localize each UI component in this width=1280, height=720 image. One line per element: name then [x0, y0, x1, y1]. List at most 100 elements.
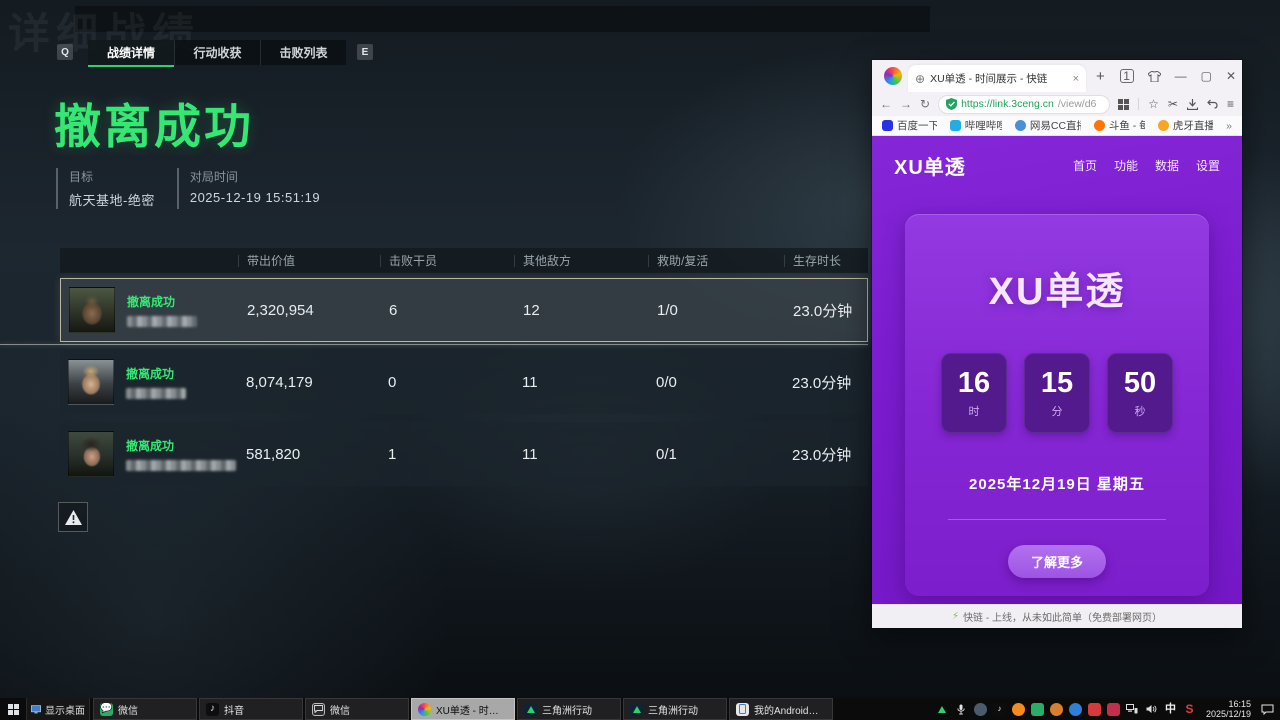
taskbar-app-android-phone[interactable]: 我的Android手机... [729, 698, 833, 720]
tab-kill-list[interactable]: 击败列表 [260, 40, 346, 65]
wechat-tray-icon[interactable] [1031, 703, 1044, 716]
tab-count-badge[interactable]: 1 [1120, 69, 1134, 83]
netease-cc-icon [1015, 120, 1026, 131]
lightning-icon: ⚡ [952, 611, 959, 622]
tiktok-tray-icon[interactable]: ♪ [993, 703, 1006, 716]
browser-logo-icon[interactable] [884, 67, 902, 85]
tab-action-loot[interactable]: 行动收获 [174, 40, 260, 65]
page-footer-link[interactable]: ⚡ 快链 - 上线，从未如此简单（免费部署网页） [872, 604, 1242, 628]
taskbar-clock[interactable]: 16:15 2025/12/19 [1202, 699, 1255, 719]
player-name-blurred [126, 388, 186, 399]
operators-defeated: 0 [380, 374, 514, 391]
loot-value: 2,320,954 [239, 302, 381, 319]
bookmarks-bar: 百度一下, 哔哩哔哩 网易CC直播 斗鱼 - 每 虎牙直播- » [872, 116, 1242, 136]
taskbar-app-douyin[interactable]: ♪ 抖音 [199, 698, 303, 720]
nav-data[interactable]: 数据 [1155, 157, 1179, 174]
game-tab-strip: 战绩详情 行动收获 击败列表 [88, 40, 346, 65]
bookmark-douyu[interactable]: 斗鱼 - 每 [1094, 118, 1145, 133]
hours-value: 16 [958, 369, 990, 398]
table-row[interactable]: 撤离成功 2,320,954 6 12 1/0 23.0分钟 [60, 278, 868, 342]
bookmark-baidu[interactable]: 百度一下, [882, 118, 937, 133]
browser-address-bar: ← → ↻ https://link.3ceng.cn /view/d6 ☆ ✂ [872, 92, 1242, 116]
table-row[interactable]: 撤离成功 8,074,179 0 11 0/0 23.0分钟 [60, 350, 868, 414]
bookmark-bilibili[interactable]: 哔哩哔哩 [950, 118, 1002, 133]
steam-icon[interactable] [974, 703, 987, 716]
taskbar-app-wechat[interactable]: 💬 微信 [93, 698, 197, 720]
browser-tab[interactable]: ⊕ XU单透 - 时间展示 - 快链 × [908, 65, 1086, 92]
match-info: 目标 航天基地-绝密 对局时间 2025-12-19 15:51:19 [56, 168, 320, 209]
learn-more-button[interactable]: 了解更多 [1008, 545, 1106, 578]
bookmark-netease-cc[interactable]: 网易CC直播 [1015, 118, 1081, 133]
delta-force-icon [524, 703, 537, 716]
download-icon[interactable] [1187, 99, 1198, 110]
bookmarks-overflow-chevron[interactable]: » [1226, 120, 1232, 132]
paw-icon[interactable] [1012, 703, 1025, 716]
report-warning-button[interactable] [58, 502, 88, 532]
browser-tab-title: XU单透 - 时间展示 - 快链 [930, 71, 1068, 86]
rescue-revive: 1/0 [649, 302, 785, 319]
table-row[interactable]: 撤离成功 581,820 1 11 0/1 23.0分钟 [60, 422, 868, 486]
windows-logo-icon [8, 704, 19, 715]
volume-icon[interactable] [1145, 703, 1158, 716]
close-button[interactable]: ✕ [1226, 70, 1236, 82]
clock-minutes-tile: 15 分 [1024, 353, 1090, 433]
taskbar-app-wechat-2[interactable]: 微信 [305, 698, 409, 720]
tab-close-icon[interactable]: × [1073, 73, 1079, 85]
apps-grid-icon[interactable] [1118, 99, 1129, 110]
status-badge: 撤离成功 [127, 293, 197, 310]
minimize-button[interactable]: — [1175, 70, 1187, 82]
taskbar: 显示桌面 💬 微信 ♪ 抖音 微信 XU单透 - 时间展示... 三角洲行动 三… [0, 698, 1280, 720]
red-music-icon[interactable] [1107, 703, 1120, 716]
nav-features[interactable]: 功能 [1114, 157, 1138, 174]
match-target: 目标 航天基地-绝密 [56, 168, 155, 209]
clock-card: XU单透 16 时 15 分 50 秒 2025年12月19日 星期五 [905, 214, 1209, 596]
screenshot-scissors-icon[interactable]: ✂ [1168, 98, 1178, 110]
theme-shirt-icon[interactable] [1148, 71, 1161, 82]
monitor-icon [31, 704, 41, 715]
start-button[interactable] [0, 698, 26, 720]
maximize-button[interactable]: ▢ [1201, 70, 1212, 82]
tab-battle-details[interactable]: 战绩详情 [88, 40, 174, 65]
taskbar-app-delta-force-2[interactable]: 三角洲行动 [623, 698, 727, 720]
bookmark-star-icon[interactable]: ☆ [1148, 98, 1159, 110]
red-app-icon[interactable] [1088, 703, 1101, 716]
loot-value: 8,074,179 [238, 374, 380, 391]
taskbar-app-delta-force-1[interactable]: 三角洲行动 [517, 698, 621, 720]
url-input[interactable]: https://link.3ceng.cn /view/d6 [938, 95, 1110, 114]
operators-defeated: 1 [380, 446, 514, 463]
hero-title: XU单透 [905, 260, 1209, 315]
extraction-result-title: 撤离成功 [54, 88, 254, 157]
nav-settings[interactable]: 设置 [1196, 157, 1220, 174]
card-divider [948, 519, 1166, 520]
monkey-icon[interactable] [1050, 703, 1063, 716]
game-top-band [75, 6, 930, 32]
hours-unit: 时 [969, 407, 980, 418]
menu-icon[interactable]: ≡ [1227, 98, 1234, 110]
back-icon[interactable]: ← [880, 97, 892, 111]
undo-icon[interactable] [1207, 99, 1218, 109]
toolbar-divider [1138, 98, 1139, 110]
show-desktop-button[interactable]: 显示桌面 [26, 698, 90, 720]
action-center-icon[interactable] [1261, 703, 1274, 716]
target-label: 目标 [69, 168, 155, 185]
status-badge: 撤离成功 [126, 365, 186, 382]
delta-force-tray-icon[interactable] [936, 703, 949, 716]
bookmark-huya[interactable]: 虎牙直播- [1158, 118, 1213, 133]
seconds-value: 50 [1124, 369, 1156, 398]
key-hint-q: Q [57, 44, 73, 60]
blue-app-icon[interactable] [1069, 703, 1082, 716]
other-enemies: 11 [514, 446, 648, 463]
taskbar-app-xu-browser[interactable]: XU单透 - 时间展示... [411, 698, 515, 720]
nav-home[interactable]: 首页 [1073, 157, 1097, 174]
site-brand: XU单透 [894, 151, 966, 180]
minutes-value: 15 [1041, 369, 1073, 398]
s-logo-icon[interactable]: S [1183, 703, 1196, 716]
url-path: /view/d6 [1058, 98, 1097, 110]
network-icon[interactable] [1126, 703, 1139, 716]
input-method-indicator[interactable]: 中 [1164, 703, 1177, 716]
microphone-icon[interactable] [955, 703, 968, 716]
col-other-enemies: 其他敌方 [514, 255, 648, 267]
forward-icon[interactable]: → [900, 97, 912, 111]
reload-icon[interactable]: ↻ [920, 97, 930, 111]
new-tab-button[interactable]: + [1096, 68, 1105, 85]
